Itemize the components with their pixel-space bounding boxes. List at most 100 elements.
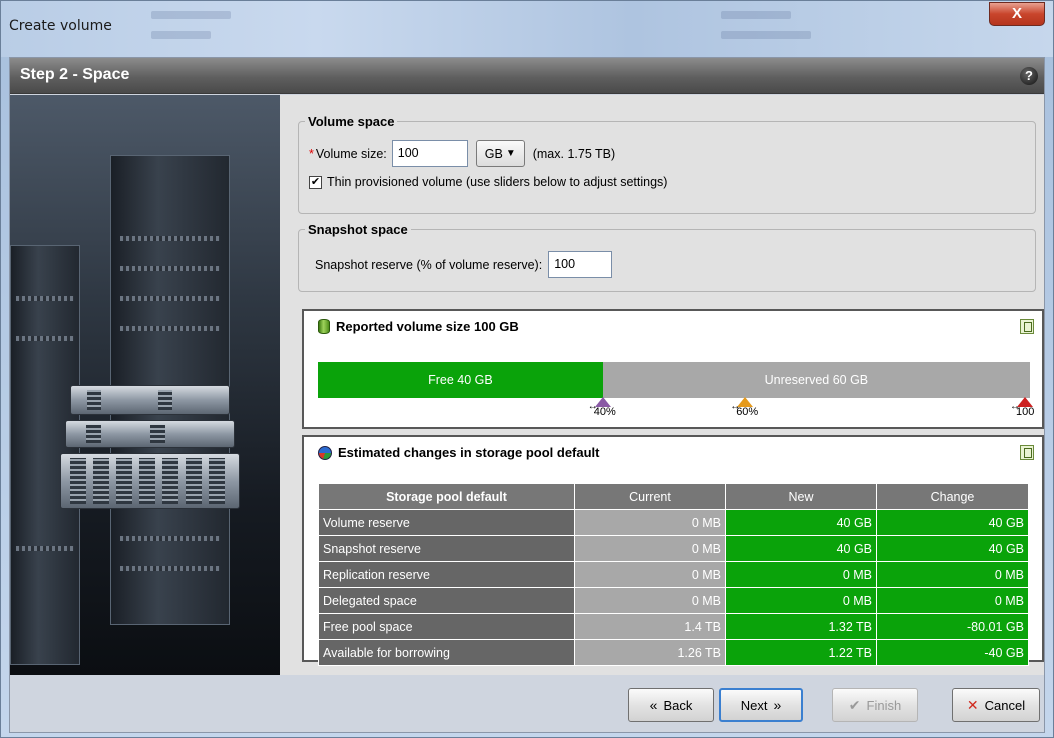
column-header: New bbox=[725, 483, 877, 510]
table-body: Volume reserve 0 MB 40 GB 40 GB Snapshot res… bbox=[318, 509, 1029, 666]
size-unit-dropdown[interactable]: GB ▼ bbox=[475, 140, 525, 167]
thin-provisioned-label[interactable]: Thin provisioned volume (use sliders bel… bbox=[327, 175, 667, 189]
table-cell: Delegated space bbox=[318, 587, 575, 614]
snapshot-reserve-input[interactable]: 100 bbox=[548, 251, 613, 278]
unreserved-segment: Unreserved 60 GB bbox=[602, 362, 1030, 398]
server-unit-graphic bbox=[65, 420, 235, 448]
table-cell: -40 GB bbox=[876, 639, 1029, 666]
panel-help-icon[interactable] bbox=[1020, 319, 1034, 334]
table-cell: Volume reserve bbox=[318, 509, 575, 536]
thin-provisioned-row: ✔ Thin provisioned volume (use sliders b… bbox=[309, 175, 667, 189]
snapshot-reserve-row: Snapshot reserve (% of volume reserve): … bbox=[315, 251, 613, 278]
back-button[interactable]: « Back bbox=[628, 688, 714, 722]
reported-volume-size-title: Reported volume size 100 GB bbox=[336, 319, 519, 334]
pool-globe-icon bbox=[318, 445, 332, 460]
table-cell: 0 MB bbox=[876, 587, 1029, 614]
table-cell: 0 MB bbox=[725, 587, 877, 614]
title-bar-ghost-text bbox=[151, 31, 211, 39]
snapshot-reserve-label: Snapshot reserve (% of volume reserve): bbox=[315, 257, 543, 272]
storage-array-illustration bbox=[10, 95, 280, 675]
threshold-label: 100 bbox=[1016, 406, 1035, 418]
required-marker: * bbox=[309, 146, 314, 161]
threshold-slider-0[interactable]: ↔ 40% bbox=[588, 397, 618, 421]
table-row: Available for borrowing 1.26 TB 1.22 TB -40… bbox=[318, 639, 1029, 666]
step-header: Step 2 - Space ? bbox=[10, 58, 1044, 94]
table-row: Delegated space 0 MB 0 MB 0 MB bbox=[318, 587, 1029, 614]
volume-space-group: Volume space * Volume size: 100 GB ▼ (ma… bbox=[298, 114, 1036, 214]
window-title: Create volume bbox=[9, 18, 112, 34]
database-icon bbox=[318, 319, 330, 334]
volume-size-row: * Volume size: 100 GB ▼ (max. 1.75 TB) bbox=[309, 140, 615, 167]
free-space-segment: Free 40 GB bbox=[318, 362, 603, 398]
snapshot-space-group: Snapshot space Snapshot reserve (% of vo… bbox=[298, 222, 1036, 292]
threshold-slider-1[interactable]: ↔ 60% bbox=[730, 397, 760, 421]
checkmark-icon: ✔ bbox=[848, 696, 861, 713]
column-header: Change bbox=[876, 483, 1029, 510]
cancel-button-label: Cancel bbox=[984, 697, 1026, 713]
table-cell: 40 GB bbox=[725, 535, 877, 562]
server-unit-graphic bbox=[60, 453, 240, 509]
table-cell: 0 MB bbox=[725, 561, 877, 588]
table-cell: 40 GB bbox=[876, 509, 1029, 536]
panel-help-icon[interactable] bbox=[1020, 445, 1034, 460]
thin-provisioned-checkbox[interactable]: ✔ bbox=[309, 175, 322, 189]
step-title: Step 2 - Space bbox=[20, 66, 130, 83]
threshold-slider-2[interactable]: ↔ 100 bbox=[1010, 397, 1040, 421]
table-cell: 40 GB bbox=[876, 535, 1029, 562]
title-bar-ghost-text bbox=[721, 31, 811, 39]
table-cell: Replication reserve bbox=[318, 561, 575, 588]
table-cell: 0 MB bbox=[574, 561, 726, 588]
help-icon[interactable]: ? bbox=[1020, 67, 1038, 85]
table-cell: 0 MB bbox=[574, 509, 726, 536]
table-row: Volume reserve 0 MB 40 GB 40 GB bbox=[318, 509, 1029, 536]
table-cell: Available for borrowing bbox=[318, 639, 575, 666]
finish-button[interactable]: ✔ Finish bbox=[832, 688, 918, 722]
size-unit-value: GB bbox=[484, 146, 503, 161]
column-header: Current bbox=[574, 483, 726, 510]
volume-size-label: Volume size: bbox=[315, 146, 387, 161]
table-row: Replication reserve 0 MB 0 MB 0 MB bbox=[318, 561, 1029, 588]
next-button[interactable]: Next » bbox=[719, 688, 803, 722]
table-cell: Free pool space bbox=[318, 613, 575, 640]
table-row: Free pool space 1.4 TB 1.32 TB -80.01 GB bbox=[318, 613, 1029, 640]
create-volume-window: Create volume X Step 2 - Space ? Volume … bbox=[0, 0, 1054, 738]
server-unit-graphic bbox=[70, 385, 230, 415]
snapshot-space-legend: Snapshot space bbox=[308, 222, 408, 237]
table-cell: 0 MB bbox=[876, 561, 1029, 588]
finish-button-label: Finish bbox=[866, 697, 902, 713]
dialog-client: Step 2 - Space ? Volume space * Volume s… bbox=[9, 57, 1045, 733]
title-bar: Create volume X bbox=[1, 1, 1053, 57]
double-chevron-left-icon: « bbox=[649, 697, 658, 713]
reported-volume-size-header: Reported volume size 100 GB bbox=[318, 319, 519, 334]
table-row: Snapshot reserve 0 MB 40 GB 40 GB bbox=[318, 535, 1029, 562]
estimated-changes-title: Estimated changes in storage pool defaul… bbox=[338, 445, 600, 460]
table-cell: 0 MB bbox=[574, 587, 726, 614]
pool-changes-table: Storage pool default Current New Change … bbox=[318, 483, 1029, 666]
threshold-label: 40% bbox=[593, 406, 616, 418]
volume-space-legend: Volume space bbox=[308, 114, 395, 129]
chevron-down-icon: ▼ bbox=[505, 148, 516, 159]
reported-volume-size-panel: Reported volume size 100 GB Free 40 GB U… bbox=[302, 309, 1044, 429]
max-size-text: (max. 1.75 TB) bbox=[532, 146, 616, 161]
cancel-button[interactable]: ✕ Cancel bbox=[952, 688, 1040, 722]
table-cell: 1.22 TB bbox=[725, 639, 877, 666]
double-chevron-right-icon: » bbox=[773, 697, 782, 713]
volume-usage-bar: Free 40 GB Unreserved 60 GB bbox=[318, 362, 1030, 398]
close-button[interactable]: X bbox=[989, 2, 1045, 26]
step-content: Volume space * Volume size: 100 GB ▼ (ma… bbox=[280, 95, 1044, 675]
column-header: Storage pool default bbox=[318, 483, 575, 510]
next-button-label: Next bbox=[740, 697, 768, 713]
title-bar-ghost-text bbox=[721, 11, 791, 19]
table-cell: 1.4 TB bbox=[574, 613, 726, 640]
threshold-label: 60% bbox=[736, 406, 759, 418]
table-cell: 1.26 TB bbox=[574, 639, 726, 666]
table-cell: 1.32 TB bbox=[725, 613, 877, 640]
cancel-x-icon: ✕ bbox=[966, 696, 979, 713]
estimated-changes-header: Estimated changes in storage pool defaul… bbox=[318, 445, 600, 460]
title-bar-ghost-text bbox=[151, 11, 231, 19]
table-cell: 40 GB bbox=[725, 509, 877, 536]
volume-size-input[interactable]: 100 bbox=[391, 140, 468, 167]
table-cell: -80.01 GB bbox=[876, 613, 1029, 640]
free-space-label: Free 40 GB bbox=[428, 373, 493, 387]
table-header-row: Storage pool default Current New Change bbox=[318, 483, 1029, 510]
